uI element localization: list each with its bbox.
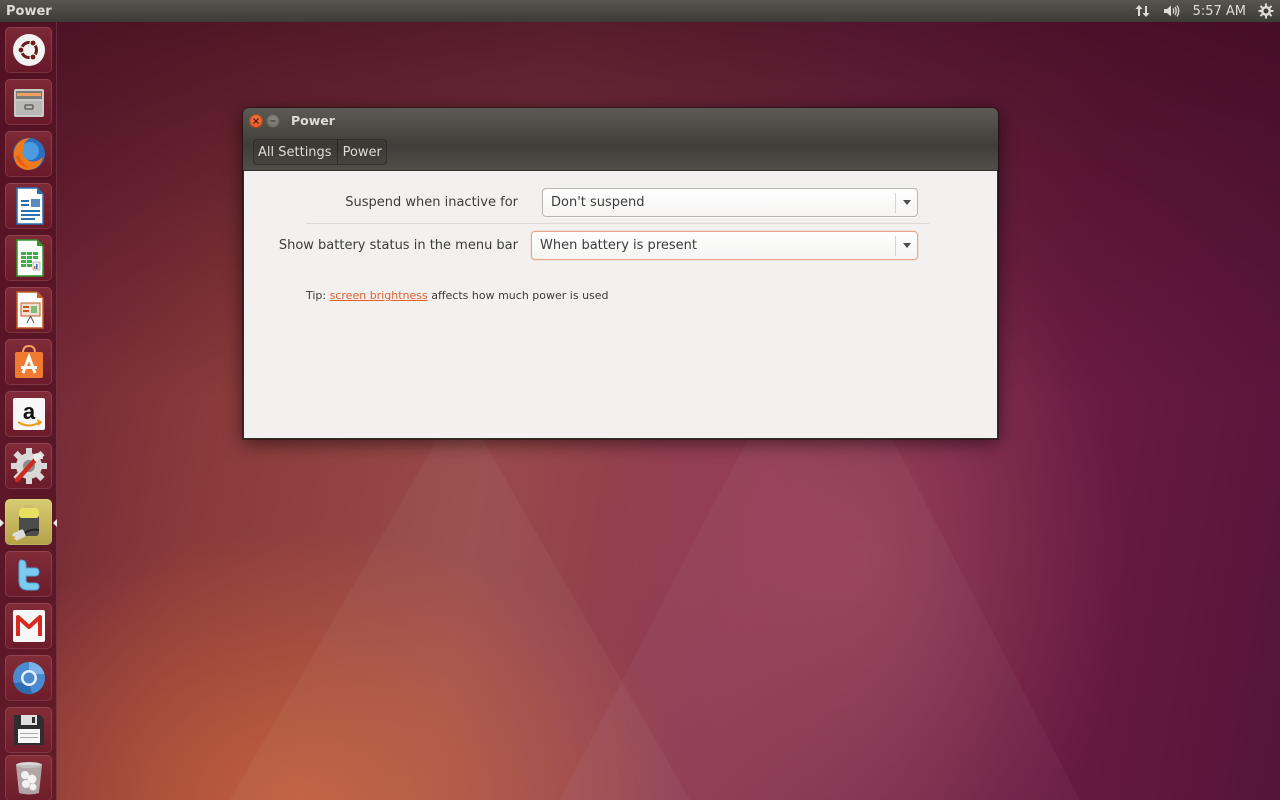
amazon-icon: a (12, 398, 45, 430)
gmail-icon (12, 610, 45, 642)
suspend-dropdown[interactable]: Don't suspend (542, 188, 918, 217)
minimize-button[interactable] (266, 114, 280, 128)
launcher-item-save[interactable] (5, 707, 52, 753)
top-panel: Power 5:57 AM (0, 0, 1280, 22)
window-title: Power (291, 113, 335, 128)
launcher-item-files[interactable] (5, 79, 52, 125)
calc-spreadsheet-icon (15, 239, 44, 277)
network-indicator[interactable] (1129, 0, 1157, 22)
breadcrumb: All Settings Power (253, 139, 387, 165)
breadcrumb-all-settings[interactable]: All Settings (253, 139, 337, 165)
clock[interactable]: 5:57 AM (1187, 0, 1252, 22)
launcher-item-amazon[interactable]: a (5, 391, 52, 437)
launcher-item-software-center[interactable] (5, 339, 52, 385)
minimize-icon (270, 120, 276, 122)
chevron-down-icon (895, 235, 917, 256)
running-indicator (0, 519, 4, 527)
chevron-down-icon (895, 192, 917, 213)
twitter-icon (18, 559, 40, 591)
chromium-icon (12, 662, 45, 695)
launcher-item-impress[interactable] (5, 287, 52, 333)
writer-document-icon (15, 187, 44, 225)
launcher-item-dash-home[interactable] (5, 27, 52, 73)
tip-prefix: Tip: (306, 289, 330, 302)
trash-icon (15, 762, 42, 795)
suspend-dropdown-value: Don't suspend (551, 195, 645, 210)
active-app-title: Power (6, 3, 52, 19)
software-center-bag-icon (14, 344, 43, 378)
breadcrumb-power[interactable]: Power (336, 139, 387, 165)
launcher-item-system-settings[interactable] (5, 443, 52, 489)
launcher-item-trash[interactable] (5, 755, 52, 800)
svg-text:a: a (22, 399, 35, 424)
launcher-item-chromium[interactable] (5, 655, 52, 701)
sound-indicator[interactable] (1157, 0, 1187, 22)
power-settings-panel: Suspend when inactive for Don't suspend … (243, 171, 998, 439)
launcher-item-power[interactable] (5, 499, 52, 545)
launcher-item-writer[interactable] (5, 183, 52, 229)
floppy-disk-icon (13, 715, 44, 745)
battery-status-label: Show battery status in the menu bar (278, 238, 518, 253)
network-updown-icon (1135, 5, 1150, 17)
launcher-item-calc[interactable] (5, 235, 52, 281)
launcher-item-gmail[interactable] (5, 603, 52, 649)
file-cabinet-icon (13, 89, 44, 117)
tip-text: Tip: screen brightness affects how much … (306, 289, 609, 302)
divider (306, 223, 929, 224)
close-icon (253, 118, 259, 124)
volume-icon (1163, 5, 1179, 17)
window-titlebar[interactable]: Power All Settings Power (243, 108, 998, 171)
suspend-label: Suspend when inactive for (345, 195, 518, 210)
gear-power-icon (1258, 3, 1274, 19)
session-indicator[interactable] (1252, 0, 1280, 22)
settings-wrench-gear-icon (10, 448, 47, 484)
indicator-area: 5:57 AM (1129, 0, 1280, 22)
screen-brightness-link[interactable]: screen brightness (330, 289, 428, 302)
tip-suffix: affects how much power is used (427, 289, 609, 302)
focus-indicator (53, 519, 57, 527)
power-settings-window: Power All Settings Power Suspend when in… (243, 108, 998, 439)
battery-status-dropdown[interactable]: When battery is present (531, 231, 918, 260)
firefox-icon (12, 138, 45, 170)
battery-status-dropdown-value: When battery is present (540, 238, 697, 253)
impress-presentation-icon (15, 291, 44, 329)
launcher-item-twitter[interactable] (5, 551, 52, 597)
close-button[interactable] (249, 114, 263, 128)
launcher-item-firefox[interactable] (5, 131, 52, 177)
ubuntu-logo-icon (12, 34, 45, 66)
battery-plug-icon (10, 505, 39, 542)
launcher: a (0, 22, 57, 800)
